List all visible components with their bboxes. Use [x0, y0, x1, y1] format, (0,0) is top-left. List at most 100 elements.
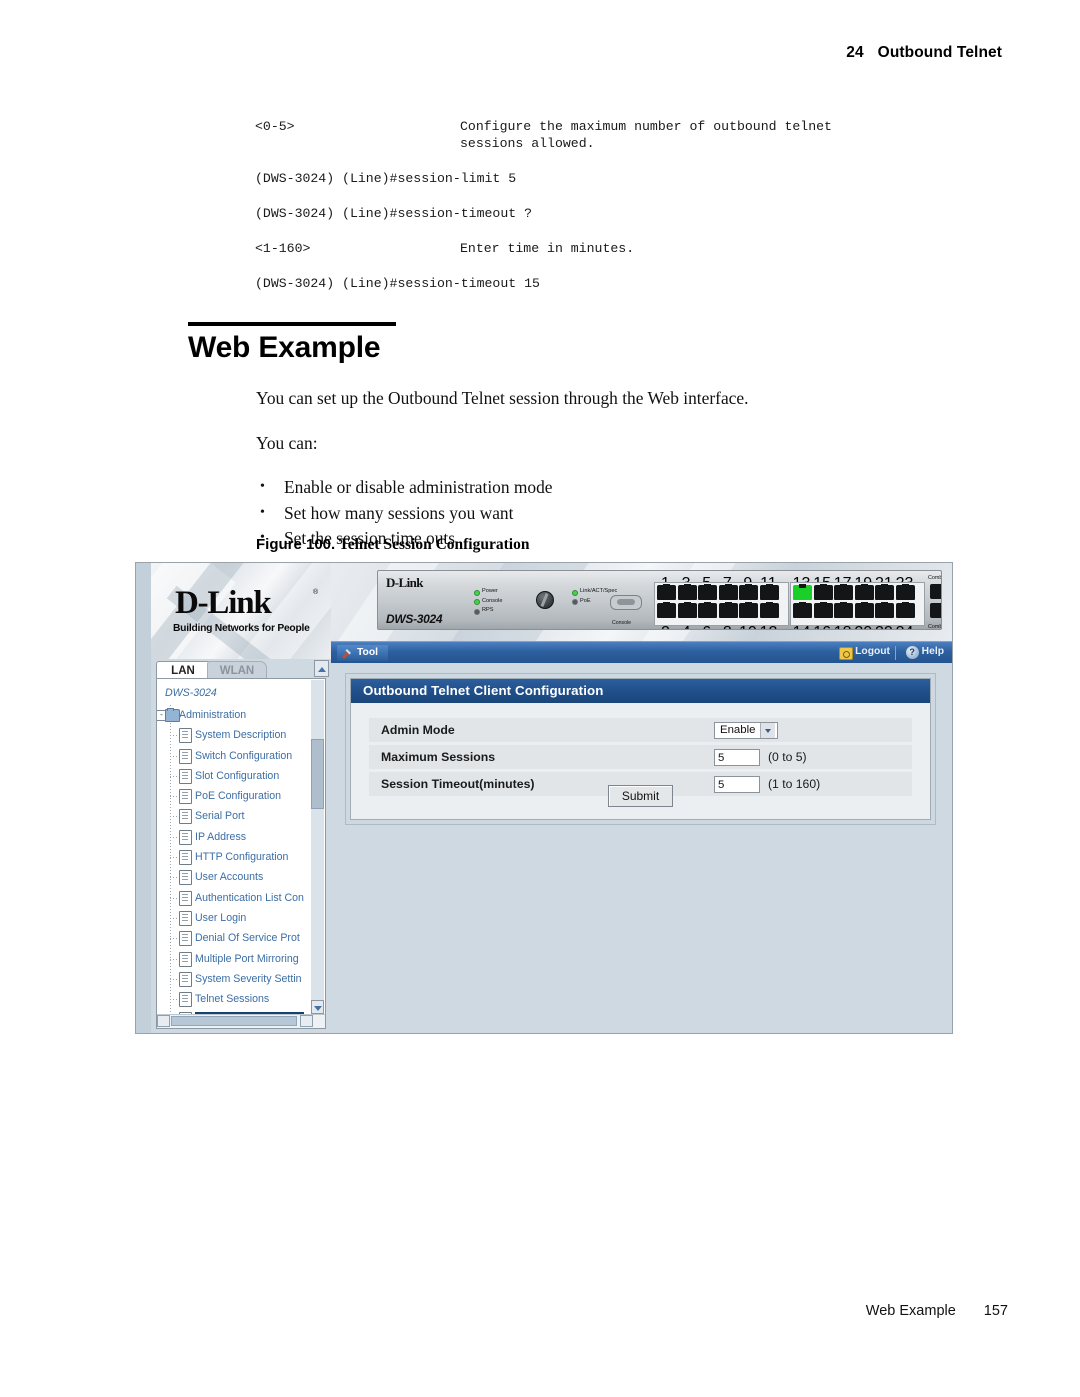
sidebar-item-poe-configuration[interactable]: PoE Configuration [157, 786, 311, 806]
tree-vertical-scrollbar-track[interactable] [311, 680, 324, 1014]
page-footer: Web Example 157 [0, 1303, 1008, 1319]
scroll-right-arrow-icon[interactable] [300, 1015, 313, 1027]
ethernet-port-icon [657, 584, 676, 600]
scroll-left-arrow-icon[interactable] [157, 1015, 170, 1027]
led-rps: RPS [474, 606, 503, 616]
document-icon [179, 910, 192, 926]
select-value: Enable [720, 724, 756, 736]
sidebar-item-authentication-list-con[interactable]: Authentication List Con [157, 888, 311, 908]
led-label: Link/ACT/Spec [580, 588, 618, 594]
horizontal-scrollbar-thumb[interactable] [171, 1016, 297, 1026]
port-bank-2 [790, 582, 925, 626]
help-label: Help [921, 646, 944, 657]
sidebar-item-slot-configuration[interactable]: Slot Configuration [157, 766, 311, 786]
tree-scroll-up-button[interactable] [314, 660, 329, 677]
cli-command: (DWS-3024) (Line)#session-timeout 15 [255, 276, 540, 291]
sidebar-item-ip-address[interactable]: IP Address [157, 827, 311, 847]
port-row-bank1-top [657, 584, 779, 600]
document-icon [179, 829, 192, 845]
sidebar-item-denial-of-service-prot[interactable]: Denial Of Service Prot [157, 928, 311, 948]
lead-in-paragraph: You can: [256, 433, 318, 453]
sidebar-item-http-configuration[interactable]: HTTP Configuration [157, 847, 311, 867]
heading-rule [188, 322, 396, 326]
ethernet-port-icon [854, 584, 874, 600]
led-indicator-icon [474, 589, 480, 596]
switch-model-label: DWS-3024 [386, 612, 443, 626]
ethernet-port-icon [718, 584, 738, 600]
ethernet-port-icon [854, 602, 874, 618]
led-indicator-icon [572, 599, 578, 605]
port-row-bank1-bottom [657, 602, 779, 618]
combo-ports-bottom-label: Combo2 Combo4 [928, 624, 941, 630]
port-number-label: 10 [738, 624, 757, 629]
admin-mode-select[interactable]: Enable [714, 721, 778, 739]
navigation-column: D-Link ® Building Networks for People LA… [151, 563, 331, 1033]
ethernet-port-icon [677, 584, 697, 600]
section-heading-group: Web Example [188, 322, 396, 365]
cli-description: Enter time in minutes. [460, 241, 635, 256]
help-button[interactable]: ? Help [905, 646, 944, 659]
sidebar-item-user-accounts[interactable]: User Accounts [157, 867, 311, 887]
ethernet-port-icon [793, 602, 812, 618]
tree-vertical-scrollbar-thumb[interactable] [311, 739, 324, 809]
ethernet-port-icon [677, 602, 697, 618]
port-numbers-bank2-bottom: 141618202224 [792, 624, 914, 629]
document-icon [179, 748, 192, 764]
sidebar-item-administration[interactable]: - Administration [157, 705, 311, 725]
port-number-label: 4 [677, 624, 696, 629]
port-number-label: 2 [656, 624, 675, 629]
document-icon [179, 768, 192, 784]
document-icon [179, 850, 192, 866]
figure-caption: Figure 100. Telnet Session Configuration [256, 536, 529, 554]
tree-root-item[interactable]: DWS-3024 [165, 687, 217, 699]
port-row-bank2-bottom [793, 602, 915, 618]
figure-caption-text: Telnet Session Configuration [338, 536, 530, 553]
field-label: Admin Mode [381, 723, 455, 737]
sidebar-item-system-description[interactable]: System Description [157, 725, 311, 745]
led-label: Power [482, 588, 498, 594]
tree-connector [170, 836, 178, 838]
chevron-down-icon[interactable] [760, 722, 775, 738]
ethernet-port-icon [739, 602, 759, 618]
config-panel-title: Outbound Telnet Client Configuration [351, 679, 930, 703]
tree-connector [170, 999, 178, 1001]
tree-horizontal-scrollbar[interactable] [157, 1014, 325, 1028]
ethernet-port-icon [698, 584, 718, 600]
tool-menu-button[interactable]: Tool [337, 645, 388, 661]
page-running-head: 24 Outbound Telnet [846, 44, 1002, 62]
sidebar-item-label: Authentication List Con [195, 891, 304, 904]
field-control-group: 5 (0 to 5) [714, 745, 807, 769]
sidebar-item-telnet-sessions[interactable]: Telnet Sessions [157, 989, 311, 1009]
dlink-logo-panel: D-Link ® Building Networks for People [151, 563, 331, 659]
document-icon [179, 971, 192, 987]
ethernet-port-icon [875, 584, 895, 600]
tree-connector [170, 958, 178, 960]
combo-port-2-icon [930, 603, 941, 618]
console-port-label: Console [612, 620, 632, 626]
logout-label: Logout [855, 646, 890, 657]
logout-button[interactable]: Logout [839, 646, 890, 660]
form-row: Maximum Sessions 5 (0 to 5) [369, 745, 912, 769]
sidebar-item-user-login[interactable]: User Login [157, 908, 311, 928]
ethernet-port-icon [759, 584, 779, 600]
submit-button[interactable]: Submit [607, 785, 674, 807]
sidebar-item-system-severity-settin[interactable]: System Severity Settin [157, 969, 311, 989]
led-group-left: Power Console RPS [474, 587, 503, 616]
sidebar-item-switch-configuration[interactable]: Switch Configuration [157, 746, 311, 766]
app-toolbar: Tool Logout ? Help [331, 641, 952, 664]
tools-icon [342, 649, 351, 659]
sidebar-item-serial-port[interactable]: Serial Port [157, 806, 311, 826]
switch-brand-label: D-Link [386, 575, 423, 590]
nav-tabs: LAN WLAN [151, 659, 331, 680]
ethernet-port-icon [657, 602, 676, 618]
tree-connector [170, 816, 178, 818]
sidebar-item-label: Administration [179, 709, 247, 721]
sidebar-item-multiple-port-mirroring[interactable]: Multiple Port Mirroring [157, 949, 311, 969]
port-row-bank2-top [793, 584, 915, 600]
tree-connector [170, 755, 178, 757]
cli-line: <0-5> Configure the maximum number of out… [255, 118, 975, 152]
maximum-sessions-input[interactable]: 5 [714, 748, 760, 766]
tree-scroll-down-button[interactable] [311, 1000, 324, 1014]
sidebar-item-label: PoE Configuration [195, 790, 281, 803]
sidebar-item-label: Slot Configuration [195, 769, 280, 782]
